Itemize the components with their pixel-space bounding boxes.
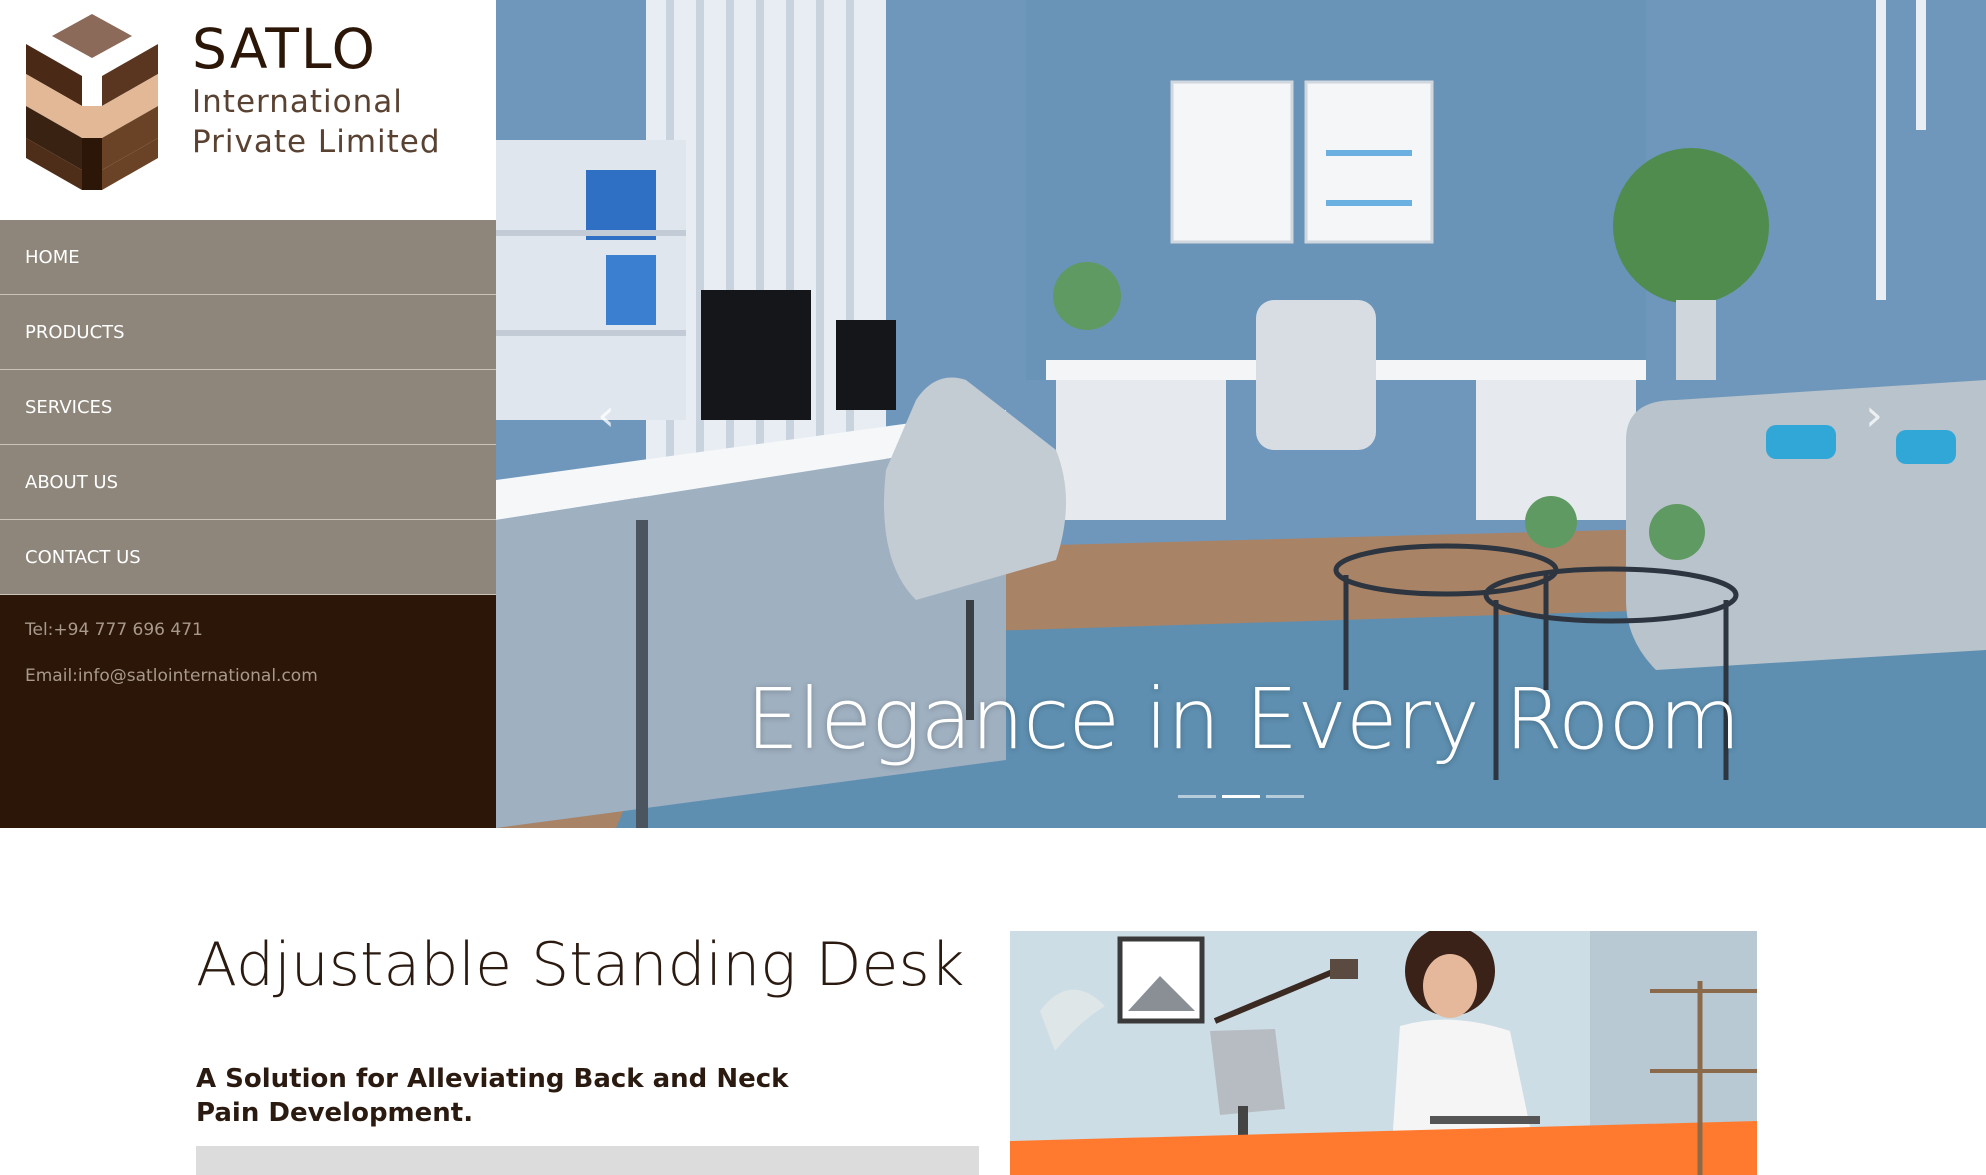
feature-content-box — [196, 1146, 979, 1175]
brand-name: SATLO — [192, 17, 377, 81]
slide-indicator-3[interactable] — [1266, 795, 1304, 798]
slider-indicators — [1178, 795, 1304, 798]
nav-item-about-us[interactable]: ABOUT US — [0, 445, 496, 520]
slider-prev-arrow[interactable]: ‹ — [586, 388, 626, 444]
contact-email: Email:info@satlointernational.com — [25, 666, 318, 686]
hero-caption: Elegance in Every Room — [746, 670, 1741, 768]
brand-subtitle-line1: International — [192, 84, 403, 120]
nav-item-contact-us[interactable]: CONTACT US — [0, 520, 496, 595]
nav-item-home[interactable]: HOME — [0, 220, 496, 295]
logo[interactable]: SATLO International Private Limited — [0, 0, 496, 220]
brand-subtitle: International Private Limited — [192, 82, 441, 162]
hero-slider: ‹ › Elegance in Every Room — [496, 0, 1986, 828]
brand-subtitle-line2: Private Limited — [192, 124, 441, 160]
slider-next-arrow[interactable]: › — [1854, 388, 1894, 444]
sidebar: SATLO International Private Limited HOME… — [0, 0, 496, 828]
contact-phone: Tel:+94 777 696 471 — [25, 620, 203, 640]
standing-desk-illustration — [1010, 931, 1757, 1175]
contact-info: Tel:+94 777 696 471 Email:info@satlointe… — [25, 620, 318, 712]
nav-item-products[interactable]: PRODUCTS — [0, 295, 496, 370]
nav-item-services[interactable]: SERVICES — [0, 370, 496, 445]
slide-indicator-2[interactable] — [1222, 795, 1260, 798]
logo-mark-icon — [26, 14, 158, 190]
feature-subtitle: A Solution for Alleviating Back and Neck… — [196, 1064, 789, 1128]
slide-indicator-1[interactable] — [1178, 795, 1216, 798]
top-region: SATLO International Private Limited HOME… — [0, 0, 1986, 828]
main-nav: HOME PRODUCTS SERVICES ABOUT US CONTACT … — [0, 220, 496, 595]
standing-desk-image — [1010, 931, 1757, 1175]
feature-title: Adjustable Standing Desk — [196, 930, 965, 1000]
